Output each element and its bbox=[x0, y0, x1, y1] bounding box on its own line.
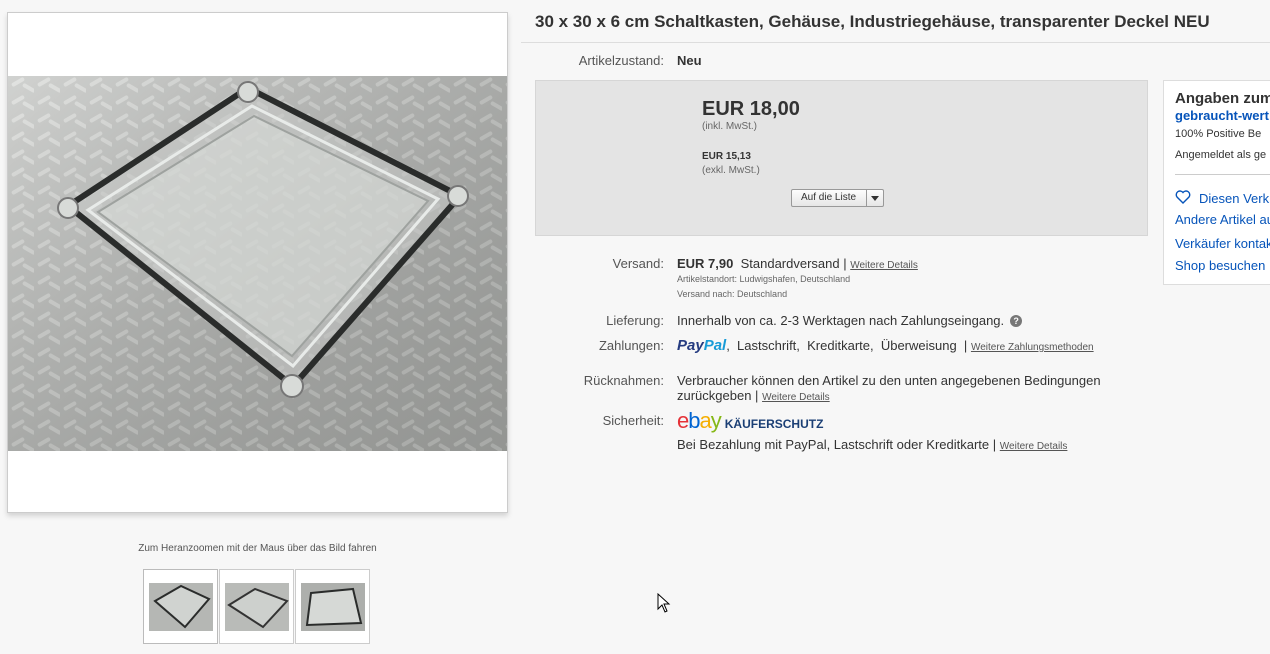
shipping-label: Versand: bbox=[612, 256, 664, 271]
main-image-frame[interactable] bbox=[7, 12, 508, 513]
thumbnail-strip bbox=[143, 569, 370, 644]
condition-label: Artikelzustand: bbox=[578, 53, 664, 68]
ships-to: Versand nach: Deutschland bbox=[677, 289, 788, 299]
security-text-row: Bei Bezahlung mit PayPal, Lastschrift od… bbox=[677, 437, 1067, 452]
product-photo[interactable] bbox=[8, 76, 507, 451]
seller-registered: Angemeldet als ge bbox=[1175, 149, 1267, 161]
shipping-cost: EUR 7,90 bbox=[677, 256, 734, 271]
mouse-cursor-icon bbox=[657, 592, 671, 618]
returns-line-1: Verbraucher können den Artikel zu den un… bbox=[677, 373, 1101, 388]
chevron-down-icon[interactable] bbox=[867, 190, 883, 206]
security-text: Bei Bezahlung mit PayPal, Lastschrift od… bbox=[677, 437, 997, 452]
price-net: EUR 15,13 bbox=[702, 151, 751, 162]
paypal-logo-pay: Pay bbox=[677, 337, 704, 354]
seller-heading: Angaben zum bbox=[1175, 90, 1270, 107]
seller-name-link[interactable]: gebraucht-wert bbox=[1175, 108, 1269, 123]
price-net-note: (exkl. MwSt.) bbox=[702, 165, 760, 176]
delivery-line: Innerhalb von ca. 2-3 Werktagen nach Zah… bbox=[677, 313, 1023, 328]
shipping-method: Standardversand | bbox=[740, 256, 847, 271]
help-icon[interactable]: ? bbox=[1010, 314, 1023, 327]
seller-feedback: 100% Positive Be bbox=[1175, 128, 1262, 140]
delivery-value: Innerhalb von ca. 2-3 Werktagen nach Zah… bbox=[677, 313, 1005, 328]
zoom-hint: Zum Heranzoomen mit der Maus über das Bi… bbox=[138, 543, 377, 554]
paypal-logo-pal: Pal bbox=[703, 337, 727, 354]
returns-label: Rücknahmen: bbox=[583, 373, 664, 388]
seller-divider bbox=[1175, 174, 1270, 175]
heart-icon[interactable] bbox=[1175, 190, 1191, 207]
price-gross: EUR 18,00 bbox=[702, 98, 800, 120]
thumbnail-2[interactable] bbox=[219, 569, 294, 644]
thumbnail-3[interactable] bbox=[295, 569, 370, 644]
shipping-line: EUR 7,90 Standardversand | Weitere Detai… bbox=[677, 256, 918, 271]
seller-info-panel: Angaben zum gebraucht-wert 100% Positive… bbox=[1163, 80, 1270, 285]
returns-line-2: zurückgeben | bbox=[677, 388, 759, 403]
security-details-link[interactable]: Weitere Details bbox=[1000, 441, 1068, 452]
payment-line: PayPal, Lastschrift, Kreditkarte, Überwe… bbox=[677, 337, 1094, 354]
ebay-logo-b: b bbox=[688, 408, 700, 433]
delivery-label: Lieferung: bbox=[606, 313, 664, 328]
add-to-list-button[interactable]: Auf die Liste bbox=[791, 189, 885, 207]
more-payment-methods-link[interactable]: Weitere Zahlungsmethoden bbox=[971, 342, 1094, 353]
ebay-logo-y: y bbox=[710, 408, 722, 433]
add-to-list-label[interactable]: Auf die Liste bbox=[792, 190, 868, 206]
ebay-logo-a: a bbox=[699, 408, 712, 433]
price-box: EUR 18,00 (inkl. MwSt.) EUR 15,13 (exkl.… bbox=[535, 80, 1148, 236]
save-seller-label[interactable]: Diesen Verk bbox=[1199, 191, 1269, 206]
payment-label: Zahlungen: bbox=[598, 338, 664, 353]
ebay-buyer-protection: ebay KÄUFERSCHUTZ bbox=[677, 408, 823, 434]
payment-methods: , Lastschrift, Kreditkarte, Überweisung … bbox=[726, 338, 968, 353]
returns-text: Verbraucher können den Artikel zu den un… bbox=[677, 373, 1117, 403]
returns-details-link[interactable]: Weitere Details bbox=[762, 392, 830, 403]
thumbnail-1[interactable] bbox=[143, 569, 218, 644]
item-location: Artikelstandort: Ludwigshafen, Deutschla… bbox=[677, 274, 851, 284]
security-label: Sicherheit: bbox=[602, 413, 664, 428]
condition-value: Neu bbox=[677, 53, 702, 68]
buyer-protection-label: KÄUFERSCHUTZ bbox=[724, 417, 824, 431]
paypal-logo: PayPal bbox=[677, 337, 726, 354]
visit-shop-link[interactable]: Shop besuchen bbox=[1175, 258, 1265, 273]
item-title: 30 x 30 x 6 cm Schaltkasten, Gehäuse, In… bbox=[535, 12, 1210, 31]
contact-seller-link[interactable]: Verkäufer kontakt bbox=[1175, 236, 1270, 251]
other-items-link[interactable]: Andere Artikel au bbox=[1175, 212, 1270, 227]
ebay-logo-e: e bbox=[677, 408, 689, 433]
save-seller-link[interactable]: Diesen Verk bbox=[1175, 190, 1269, 207]
returns-line-2-row: zurückgeben | Weitere Details bbox=[677, 388, 1117, 403]
title-divider bbox=[521, 42, 1270, 43]
shipping-details-link[interactable]: Weitere Details bbox=[850, 260, 918, 271]
price-gross-note: (inkl. MwSt.) bbox=[702, 121, 757, 132]
ebay-logo: ebay bbox=[677, 408, 722, 434]
